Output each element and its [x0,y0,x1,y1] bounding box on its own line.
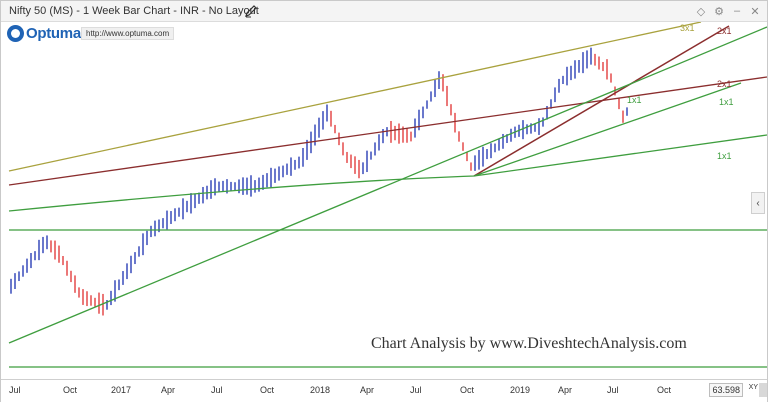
x-tick: Jul [410,385,422,395]
gear-icon[interactable]: ⚙ [713,5,725,18]
x-tick: 2017 [111,385,132,395]
x-tick: Jul [211,385,223,395]
minimize-icon[interactable]: – [731,5,743,17]
x-tick: Apr [360,385,375,395]
pencil-icon[interactable] [244,4,258,18]
x-tick: Oct [657,385,672,395]
price-readout: 63.598 [709,383,743,397]
label-2x1-mid: 2x1 [717,79,732,89]
label-1x1-b: 1x1 [627,95,642,105]
x-tick: Oct [63,385,78,395]
xy-button[interactable]: XY [749,384,758,391]
chevron-left-icon[interactable]: ‹ [751,192,765,214]
x-tick: Oct [460,385,475,395]
scrollbar-corner[interactable] [759,383,767,397]
watermark-text: Chart Analysis by www.DiveshtechAnalysis… [371,335,687,352]
x-tick: Apr [161,385,176,395]
label-3x1: 3x1 [680,23,695,33]
label-1x1-a: 1x1 [719,97,734,107]
x-tick: 2019 [510,385,531,395]
x-axis[interactable]: Jul Oct 2017 Apr Jul Oct 2018 Apr Jul Oc… [1,379,767,402]
gann-lines [8,22,767,368]
x-tick: Apr [558,385,573,395]
x-tick: 2018 [310,385,331,395]
label-1x1-c: 1x1 [717,151,732,161]
gann-line-3x1[interactable] [8,22,702,172]
x-tick: Oct [260,385,275,395]
gann-line-2x1-main[interactable] [8,76,767,186]
price-chart-area[interactable]: 3x1 2x1 2x1 1x1 1x1 1x1 [1,22,767,379]
title-bar: Nifty 50 (MS) - 1 Week Bar Chart - INR -… [1,1,767,22]
label-2x1-top: 2x1 [717,26,732,36]
gann-line-1x1-long[interactable] [8,26,767,344]
price-bars [10,47,628,316]
chart-window: Nifty 50 (MS) - 1 Week Bar Chart - INR -… [0,0,768,402]
x-tick: Jul [9,385,21,395]
chart-title: Nifty 50 (MS) - 1 Week Bar Chart - INR -… [9,5,259,17]
x-tick: Jul [607,385,619,395]
diamond-icon[interactable]: ◇ [695,5,707,18]
close-icon[interactable]: ✕ [749,5,761,18]
